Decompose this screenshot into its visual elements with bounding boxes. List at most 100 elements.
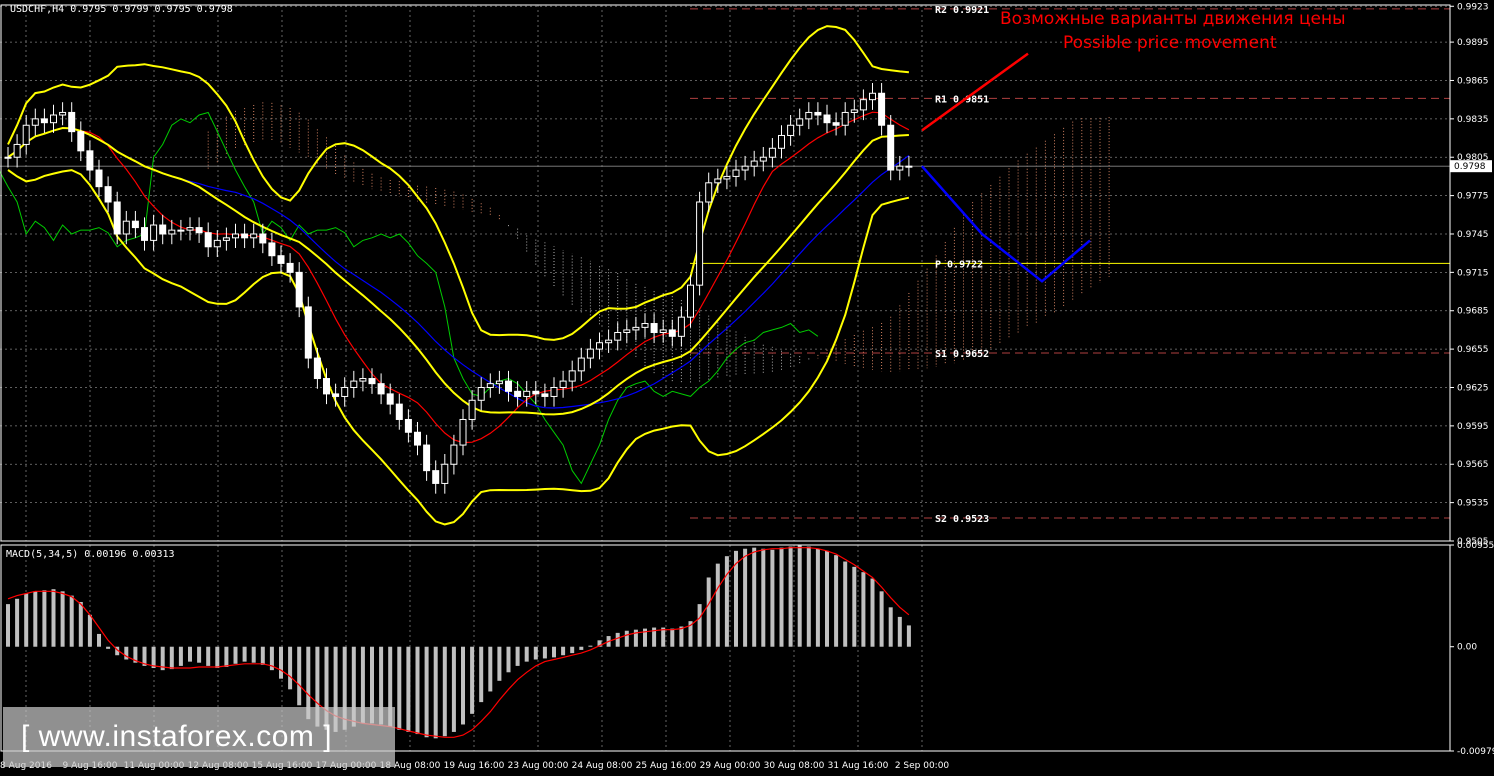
level-label-S1: S1 0.9652 xyxy=(935,349,989,360)
y-tick-label: 0.9655 xyxy=(1457,345,1489,355)
candle-body xyxy=(150,224,158,241)
candle-body xyxy=(768,147,776,158)
candle-body xyxy=(696,201,704,286)
macd-bar xyxy=(6,604,10,647)
macd-bar xyxy=(461,646,465,725)
candle-body xyxy=(359,378,367,382)
macd-bar xyxy=(852,566,857,647)
candle-body xyxy=(869,92,876,101)
candle-body xyxy=(723,175,731,180)
macd-bar xyxy=(406,646,411,732)
candle-body xyxy=(896,165,904,171)
macd-bar xyxy=(542,646,547,659)
y-tick-label: 0.9565 xyxy=(1457,460,1489,470)
candle-body xyxy=(113,201,121,235)
macd-bar xyxy=(515,646,520,666)
macd-bar xyxy=(178,646,183,666)
macd-label: MACD(5,34,5) 0.00196 0.00313 xyxy=(6,549,175,560)
macd-bar xyxy=(615,632,620,647)
candle-body xyxy=(523,390,531,397)
candle-body xyxy=(213,239,221,248)
macd-bar xyxy=(224,646,229,667)
level-label-S2: S2 0.9523 xyxy=(935,514,989,525)
candle-body xyxy=(823,114,831,124)
candle-body xyxy=(50,114,57,124)
candle-body xyxy=(659,329,667,333)
macd-bar xyxy=(825,550,829,647)
candle-body xyxy=(241,233,249,239)
watermark: [ www.instaforex.com ] xyxy=(3,707,395,767)
candle-body xyxy=(559,380,567,388)
candle-body xyxy=(705,182,713,203)
macd-bar xyxy=(279,646,283,679)
macd-bar xyxy=(215,646,220,669)
candle-body xyxy=(532,390,540,395)
macd-bar xyxy=(524,646,529,662)
candle-body xyxy=(750,160,758,167)
candle-body xyxy=(259,233,267,244)
macd-bar xyxy=(724,556,729,647)
candle-body xyxy=(668,329,676,337)
candle-body xyxy=(195,227,203,234)
candle-body xyxy=(623,329,631,333)
candle-body xyxy=(687,284,694,318)
candle-body xyxy=(186,227,194,231)
candle-body xyxy=(650,323,658,333)
macd-bar xyxy=(297,646,302,706)
macd-bar xyxy=(151,646,156,669)
candle-body xyxy=(31,118,39,126)
y-tick-label: 0.9715 xyxy=(1457,268,1489,278)
candle-body xyxy=(477,386,485,401)
y-tick-label: 0.9595 xyxy=(1457,422,1489,432)
candle-body xyxy=(468,399,476,420)
candle-body xyxy=(13,143,21,158)
candle-body xyxy=(505,380,512,392)
macd-bar xyxy=(861,572,866,647)
macd-bar xyxy=(624,630,629,647)
candle-body xyxy=(222,237,230,241)
candle-body xyxy=(159,224,167,235)
x-tick-label: 31 Aug 16:00 xyxy=(828,761,889,771)
candle-body xyxy=(22,124,30,145)
macd-bar xyxy=(897,616,902,647)
macd-bar xyxy=(579,646,584,650)
macd-bar xyxy=(188,646,192,662)
macd-y-tick-label: 0.00 xyxy=(1457,643,1477,653)
x-tick-label: 25 Aug 16:00 xyxy=(636,761,697,771)
candle-body xyxy=(486,383,494,388)
level-label-R2: R2 0.9921 xyxy=(935,5,989,16)
macd-bar xyxy=(451,646,456,732)
y-tick-label: 0.9625 xyxy=(1457,383,1489,393)
macd-bar xyxy=(479,646,484,703)
candle-body xyxy=(878,92,886,126)
candle-body xyxy=(459,418,467,446)
macd-bar xyxy=(97,633,101,647)
macd-bar xyxy=(797,545,802,647)
candle-body xyxy=(295,271,303,308)
macd-bar xyxy=(779,547,784,647)
level-label-P: P 0.9722 xyxy=(935,259,983,270)
macd-bar xyxy=(843,561,848,647)
macd-bar xyxy=(24,593,29,647)
macd-bar xyxy=(697,604,702,647)
candle-body xyxy=(778,134,785,149)
macd-y-tick-label: -0.00979 xyxy=(1457,747,1494,757)
candle-body xyxy=(596,342,603,350)
macd-bar xyxy=(506,646,511,673)
y-tick-label: 0.9895 xyxy=(1457,38,1489,48)
candle-body xyxy=(423,444,431,472)
macd-bar xyxy=(233,646,238,664)
macd-bar xyxy=(715,563,720,647)
candle-body xyxy=(377,383,385,395)
candle-body xyxy=(131,220,139,229)
macd-bar xyxy=(497,646,502,681)
x-tick-label: 29 Aug 00:00 xyxy=(700,761,761,771)
y-tick-label: 0.9835 xyxy=(1457,115,1489,125)
macd-bar xyxy=(706,577,711,647)
candle-body xyxy=(141,227,148,241)
macd-bar xyxy=(888,607,893,647)
candle-body xyxy=(632,326,640,331)
macd-bar xyxy=(679,626,684,647)
candle-body xyxy=(805,111,813,120)
candle-body xyxy=(814,111,822,116)
